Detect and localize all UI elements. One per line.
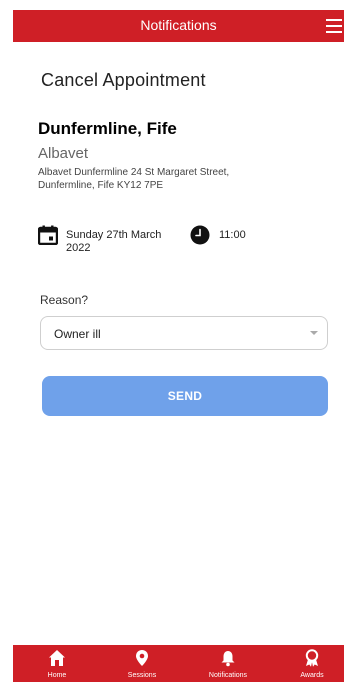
hamburger-menu-icon[interactable] [326,19,342,33]
clock-icon [190,225,210,245]
nav-label-home: Home [47,672,67,679]
nav-label-awards: Awards [300,672,324,679]
award-icon [305,649,319,667]
page-title: Cancel Appointment [41,70,206,90]
top-header: Notifications [13,10,344,42]
clinic-address: Albavet Dunfermline 24 St Margaret Stree… [38,167,230,191]
bottom-navigation: Home Sessions Notifications Awards [13,645,344,682]
location-pin-icon [136,650,148,666]
chevron-down-icon [310,331,318,335]
clinic-name: Dunfermline, Fife [38,119,177,138]
reason-select[interactable]: Owner ill [40,316,328,350]
nav-item-home[interactable]: Home [27,645,87,682]
reason-select-value: Owner ill [54,327,101,341]
nav-item-awards[interactable]: Awards [282,645,342,682]
calendar-icon [38,225,58,245]
send-button[interactable]: SEND [42,376,328,416]
bell-icon [221,651,235,667]
header-title: Notifications [140,17,217,33]
nav-label-sessions: Sessions [127,672,157,679]
nav-item-sessions[interactable]: Sessions [112,645,172,682]
appointment-date: Sunday 27th March 2022 [66,229,162,254]
nav-label-notifications: Notifications [208,672,248,679]
app-screen: Notifications Cancel Appointment Dunferm… [13,0,344,682]
home-icon [49,650,65,666]
nav-item-notifications[interactable]: Notifications [198,645,258,682]
clinic-subtitle: Albavet [38,145,89,162]
reason-label: Reason? [40,293,89,307]
appointment-time: 11:00 [219,229,246,241]
